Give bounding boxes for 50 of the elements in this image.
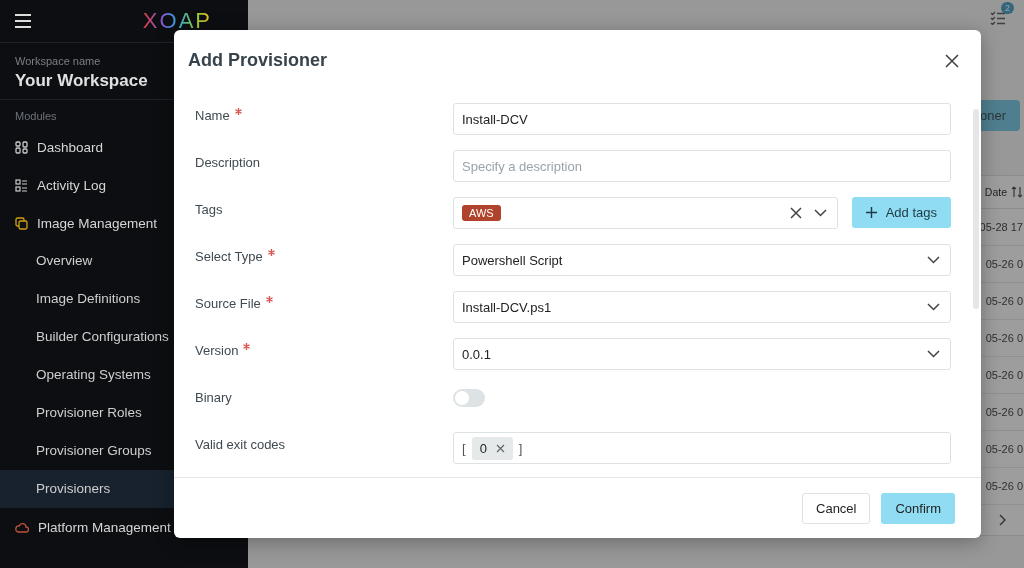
layers-icon	[15, 216, 28, 230]
text-field[interactable]: Install-DCV	[453, 103, 951, 135]
notification-count: 2	[1001, 2, 1014, 14]
list-icon	[15, 178, 28, 192]
table-cell: 05-26 0	[985, 480, 1023, 492]
field-label: Select Type	[195, 249, 263, 264]
chevron-down-icon	[927, 256, 940, 264]
next-page-icon[interactable]	[998, 514, 1006, 526]
table-cell: 05-26 0	[985, 369, 1023, 381]
field-label: Description	[195, 155, 261, 170]
close-icon[interactable]	[945, 53, 959, 68]
table-cell: 05-26 0	[985, 295, 1023, 307]
plus-icon	[865, 207, 877, 218]
exit-code-chip: 0	[471, 436, 513, 460]
field-label: Name	[195, 108, 230, 123]
column-header[interactable]: Date	[984, 186, 1007, 198]
menu-icon[interactable]	[14, 14, 32, 28]
dashboard-icon	[15, 140, 28, 154]
workspace-label: Workspace name	[15, 55, 101, 67]
table-cell: 05-26 0	[985, 406, 1023, 418]
table-cell: 05-26 0	[985, 258, 1023, 270]
workspace-name: Your Workspace	[15, 71, 148, 91]
chevron-down-icon[interactable]	[813, 209, 827, 217]
cancel-button[interactable]: Cancel	[802, 492, 871, 524]
table-cell: 05-26 0	[985, 332, 1023, 344]
tag: AWS	[462, 205, 501, 221]
field-label: Version	[195, 343, 239, 358]
tags-select-field[interactable]: AWS	[453, 197, 838, 229]
field-label: Source File	[195, 296, 261, 311]
select-field[interactable]: Powershell Script	[453, 244, 951, 276]
toggle-switch[interactable]	[453, 389, 485, 407]
field-label: Binary	[195, 390, 232, 405]
dialog-title: Add Provisioner	[188, 50, 328, 71]
exit-codes-field[interactable]: [ 0 ]	[453, 432, 951, 464]
chevron-down-icon	[927, 350, 940, 358]
remove-icon[interactable]	[495, 443, 505, 453]
checklist-icon[interactable]	[990, 11, 1006, 25]
table-cell: 05-26 0	[985, 443, 1023, 455]
text-field[interactable]: Specify a description	[453, 150, 951, 182]
clear-icon[interactable]	[789, 207, 802, 219]
field-label: Valid exit codes	[195, 437, 286, 452]
add-tags-button[interactable]: Add tags	[851, 197, 951, 228]
select-field[interactable]: Install-DCV.ps1	[453, 291, 951, 323]
cloud-icon	[15, 521, 29, 533]
section-label: Modules	[15, 110, 57, 122]
select-field[interactable]: 0.0.1	[453, 338, 951, 370]
chevron-down-icon	[927, 303, 940, 311]
field-label: Tags	[195, 202, 223, 217]
confirm-button[interactable]: Confirm	[881, 492, 955, 524]
sort-icon[interactable]	[1011, 186, 1023, 198]
